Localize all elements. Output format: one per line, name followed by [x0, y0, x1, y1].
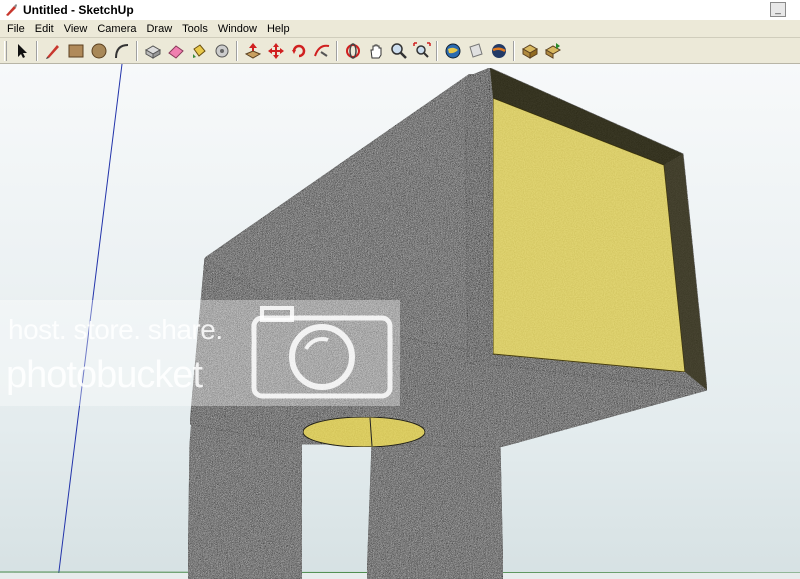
component-library-icon[interactable]: [518, 39, 541, 62]
pan-hand-icon[interactable]: [364, 39, 387, 62]
menu-window[interactable]: Window: [213, 23, 262, 35]
toolbar-grip[interactable]: [4, 40, 7, 61]
camera-icon: [251, 306, 393, 399]
get-models-icon[interactable]: [441, 39, 464, 62]
photobucket-watermark: host. store. share. photobucket: [0, 300, 400, 406]
toolbar-separator: [36, 40, 38, 61]
menu-view[interactable]: View: [59, 23, 93, 35]
paint-bucket-icon[interactable]: [187, 39, 210, 62]
toolbar-separator: [436, 40, 438, 61]
modeling-viewport[interactable]: host. store. share. photobucket: [0, 64, 800, 579]
menu-bar: File Edit View Camera Draw Tools Window …: [0, 20, 800, 38]
circle-icon[interactable]: [87, 39, 110, 62]
minimize-button[interactable]: _: [770, 2, 786, 17]
move-icon[interactable]: [264, 39, 287, 62]
eraser-icon[interactable]: [164, 39, 187, 62]
tape-measure-icon[interactable]: [210, 39, 233, 62]
select-arrow-icon[interactable]: [10, 39, 33, 62]
orbit-icon[interactable]: [341, 39, 364, 62]
toolbar-separator: [136, 40, 138, 61]
menu-file[interactable]: File: [2, 23, 30, 35]
watermark-tagline: host. store. share.: [8, 314, 223, 345]
title-bar: Untitled - SketchUp _: [0, 0, 800, 20]
right-leg-panel: [366, 443, 504, 579]
rectangle-icon[interactable]: [64, 39, 87, 62]
window-title: Untitled - SketchUp: [23, 3, 134, 17]
foam-interior-panel: [492, 97, 686, 373]
box-edge-strip: [464, 67, 491, 365]
watermark-brand: photobucket: [6, 354, 203, 396]
arc-icon[interactable]: [110, 39, 133, 62]
main-toolbar: [0, 38, 800, 64]
rotate-icon[interactable]: [287, 39, 310, 62]
menu-edit[interactable]: Edit: [30, 23, 59, 35]
push-pull-icon[interactable]: [241, 39, 264, 62]
make-component-icon[interactable]: [141, 39, 164, 62]
menu-help[interactable]: Help: [262, 23, 295, 35]
sketchup-logo-icon: [4, 3, 18, 17]
toolbar-separator: [336, 40, 338, 61]
pencil-line-icon[interactable]: [41, 39, 64, 62]
google-earth-icon[interactable]: [487, 39, 510, 62]
menu-tools[interactable]: Tools: [177, 23, 213, 35]
zoom-extents-icon[interactable]: [410, 39, 433, 62]
toolbar-separator: [236, 40, 238, 61]
menu-draw[interactable]: Draw: [141, 23, 177, 35]
menu-camera[interactable]: Camera: [92, 23, 141, 35]
zoom-icon[interactable]: [387, 39, 410, 62]
follow-me-icon[interactable]: [310, 39, 333, 62]
share-model-icon[interactable]: [464, 39, 487, 62]
toolbar-separator: [513, 40, 515, 61]
share-component-icon[interactable]: [541, 39, 564, 62]
port-hole: [302, 416, 426, 448]
